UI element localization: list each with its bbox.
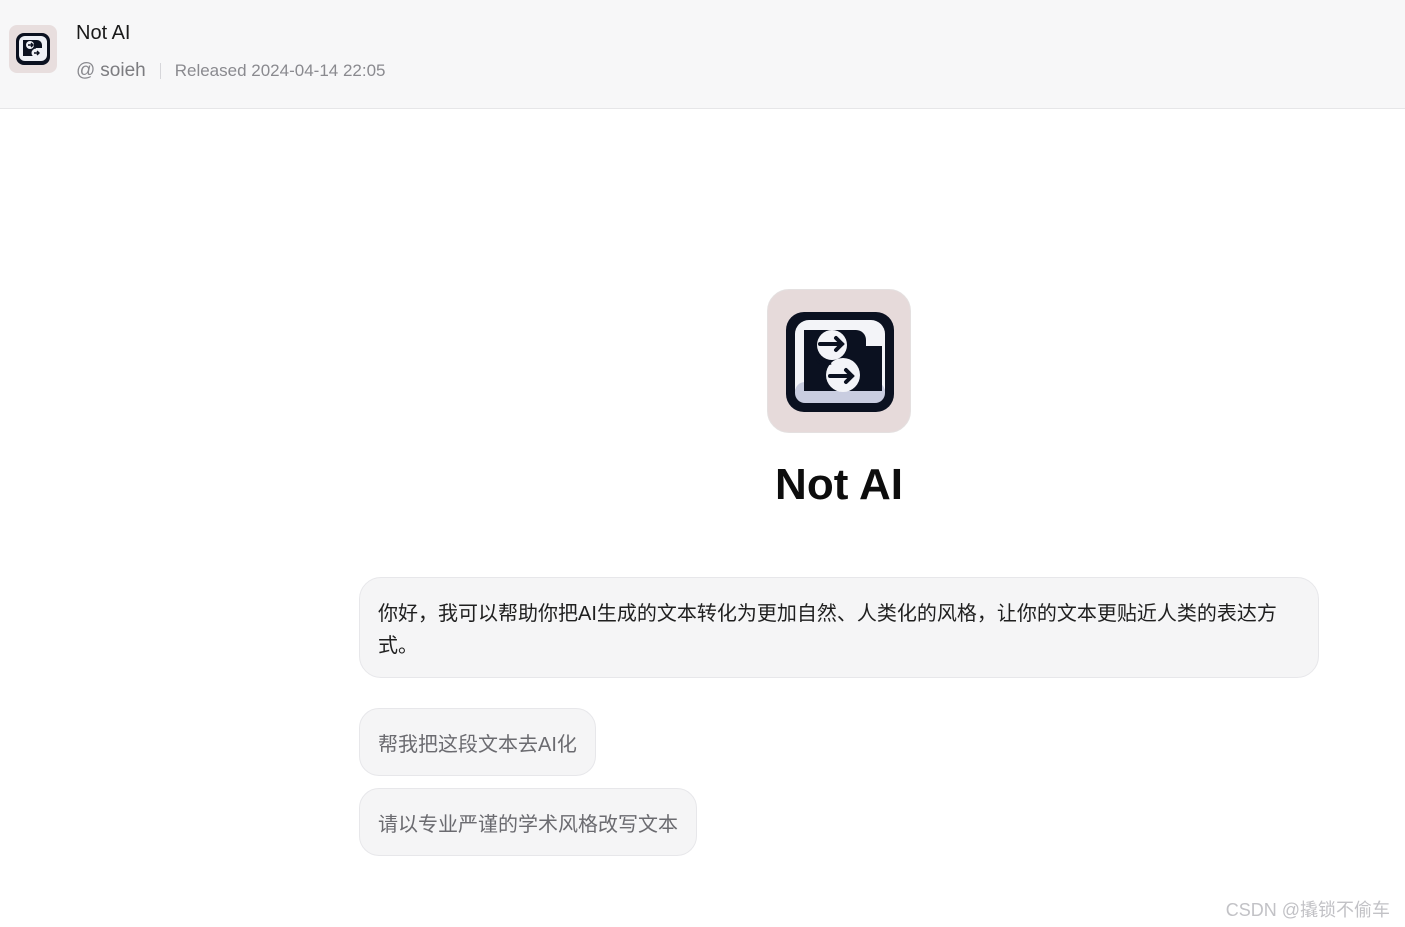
header-bot-title: Not AI xyxy=(76,22,131,44)
release-date: Released 2024-04-14 22:05 xyxy=(174,61,386,80)
meta-divider xyxy=(159,63,161,79)
at-icon: @ xyxy=(76,60,96,81)
bot-header: Not AI @ soieh Released 2024-04-14 22:05 xyxy=(0,0,1405,109)
bot-avatar-icon[interactable] xyxy=(9,25,57,73)
suggestion-chip[interactable]: 请以专业严谨的学术风格改写文本 xyxy=(359,788,697,856)
watermark: CSDN @撬锁不偷车 xyxy=(1225,900,1390,920)
author-link[interactable]: soieh xyxy=(100,60,145,82)
greeting-message: 你好，我可以帮助你把AI生成的文本转化为更加自然、人类化的风格，让你的文本更贴近… xyxy=(359,577,1319,678)
bot-logo-icon xyxy=(767,289,911,433)
suggestion-chip[interactable]: 帮我把这段文本去AI化 xyxy=(359,708,596,776)
header-meta: @ soieh Released 2024-04-14 22:05 xyxy=(76,59,386,83)
bot-name-title: Not AI xyxy=(775,460,903,509)
